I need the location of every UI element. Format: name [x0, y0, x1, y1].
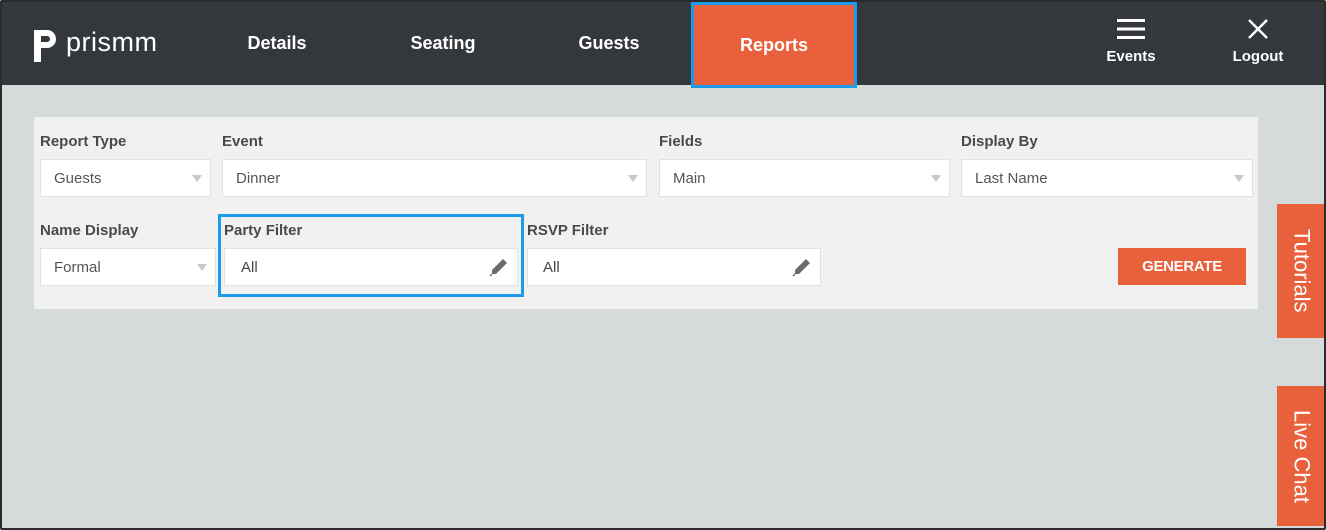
caret-down-icon — [1234, 175, 1244, 182]
report-type-label: Report Type — [40, 133, 127, 150]
prismm-logo-icon — [34, 30, 56, 62]
party-filter-input[interactable]: All — [224, 248, 518, 286]
display-by-value: Last Name — [975, 169, 1048, 187]
pencil-icon[interactable] — [792, 257, 812, 277]
party-filter-value: All — [241, 258, 258, 276]
report-filter-panel: Report Type Guests Event Dinner Fields M… — [34, 117, 1258, 309]
caret-down-icon — [628, 175, 638, 182]
logout-label: Logout — [1232, 48, 1284, 65]
rsvp-filter-value: All — [543, 258, 560, 276]
events-label: Events — [1106, 48, 1156, 65]
rsvp-filter-input[interactable]: All — [527, 248, 821, 286]
live-chat-label: Live Chat — [1289, 409, 1315, 503]
caret-down-icon — [197, 264, 207, 271]
event-label: Event — [222, 133, 263, 150]
top-navigation: prismm Details Seating Guests Reports Ev… — [2, 2, 1324, 88]
display-by-select[interactable]: Last Name — [961, 159, 1253, 197]
generate-button[interactable]: GENERATE — [1118, 248, 1246, 285]
name-display-label: Name Display — [40, 222, 139, 239]
brand-name: prismm — [66, 26, 158, 57]
fields-select[interactable]: Main — [659, 159, 950, 197]
tab-details-label: Details — [247, 33, 307, 53]
event-value: Dinner — [236, 169, 281, 187]
rsvp-filter-label: RSVP Filter — [527, 222, 609, 239]
pencil-icon[interactable] — [489, 257, 509, 277]
tutorials-label: Tutorials — [1289, 229, 1315, 313]
tab-reports[interactable]: Reports — [691, 2, 857, 88]
brand-logo[interactable]: prismm — [34, 26, 158, 64]
tab-guests-label: Guests — [578, 33, 640, 53]
name-display-select[interactable]: Formal — [40, 248, 216, 286]
name-display-value: Formal — [54, 258, 101, 276]
tutorials-tab[interactable]: Tutorials — [1277, 204, 1324, 338]
fields-label: Fields — [659, 133, 703, 150]
close-icon — [1248, 19, 1268, 39]
hamburger-menu-icon — [1117, 19, 1145, 39]
tab-details[interactable]: Details — [202, 2, 352, 85]
report-type-select[interactable]: Guests — [40, 159, 211, 197]
live-chat-tab[interactable]: Live Chat — [1277, 386, 1324, 526]
logout-button[interactable]: Logout — [1213, 18, 1303, 65]
events-button[interactable]: Events — [1086, 18, 1176, 65]
fields-value: Main — [673, 169, 706, 187]
tab-reports-label: Reports — [739, 34, 808, 55]
report-type-value: Guests — [54, 169, 102, 187]
caret-down-icon — [192, 175, 202, 182]
app-window: prismm Details Seating Guests Reports Ev… — [0, 0, 1326, 530]
caret-down-icon — [931, 175, 941, 182]
tab-seating[interactable]: Seating — [368, 2, 518, 85]
display-by-label: Display By — [961, 133, 1038, 150]
tab-guests[interactable]: Guests — [534, 2, 684, 85]
tab-seating-label: Seating — [410, 33, 476, 53]
party-filter-label: Party Filter — [224, 222, 303, 239]
event-select[interactable]: Dinner — [222, 159, 647, 197]
